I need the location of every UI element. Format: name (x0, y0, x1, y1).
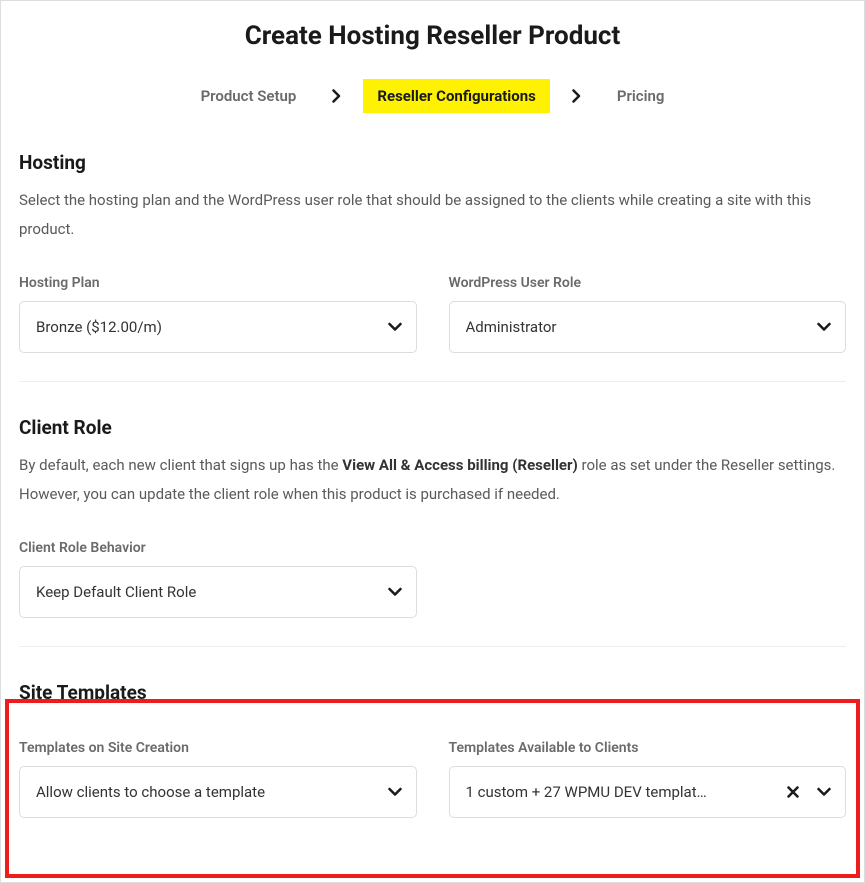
client-role-behavior-value: Keep Default Client Role (36, 583, 368, 601)
tab-reseller-configurations[interactable]: Reseller Configurations (363, 79, 550, 113)
hosting-section-desc: Select the hosting plan and the WordPres… (19, 186, 846, 243)
chevron-down-icon (388, 323, 402, 332)
chevron-down-icon (388, 788, 402, 797)
client-role-desc-prefix: By default, each new client that signs u… (19, 456, 342, 474)
hosting-plan-select[interactable]: Bronze ($12.00/m) (19, 301, 417, 353)
hosting-plan-field: Hosting Plan Bronze ($12.00/m) (19, 275, 417, 353)
hosting-fields-row: Hosting Plan Bronze ($12.00/m) WordPress… (19, 275, 846, 353)
client-role-desc-bold: View All & Access billing (Reseller) (342, 456, 577, 474)
chevron-right-icon (332, 89, 341, 103)
wordpress-role-value: Administrator (466, 318, 798, 336)
hosting-section-title: Hosting (19, 151, 846, 174)
chevron-right-icon (572, 89, 581, 103)
client-role-section-desc: By default, each new client that signs u… (19, 451, 846, 508)
hosting-plan-value: Bronze ($12.00/m) (36, 318, 368, 336)
templates-available-value: 1 custom + 27 WPMU DEV templat… (466, 783, 768, 801)
wordpress-role-select[interactable]: Administrator (449, 301, 847, 353)
chevron-down-icon (817, 788, 831, 797)
site-templates-section-title: Site Templates (19, 681, 846, 704)
chevron-down-icon (388, 588, 402, 597)
wizard-tabs: Product Setup Reseller Configurations Pr… (19, 79, 846, 113)
tab-pricing[interactable]: Pricing (603, 79, 679, 113)
site-templates-fields-row: Templates on Site Creation Allow clients… (19, 740, 846, 818)
tab-product-setup[interactable]: Product Setup (187, 79, 311, 113)
client-role-fields-row: Client Role Behavior Keep Default Client… (19, 540, 846, 618)
client-role-behavior-select[interactable]: Keep Default Client Role (19, 566, 417, 618)
chevron-down-icon (817, 323, 831, 332)
client-role-behavior-field: Client Role Behavior Keep Default Client… (19, 540, 417, 618)
section-divider (19, 381, 846, 382)
section-divider (19, 646, 846, 647)
client-role-behavior-label: Client Role Behavior (19, 540, 417, 556)
templates-on-creation-value: Allow clients to choose a template (36, 783, 368, 801)
templates-on-creation-field: Templates on Site Creation Allow clients… (19, 740, 417, 818)
templates-available-field: Templates Available to Clients 1 custom … (449, 740, 847, 818)
templates-on-creation-label: Templates on Site Creation (19, 740, 417, 756)
templates-available-select[interactable]: 1 custom + 27 WPMU DEV templat… (449, 766, 847, 818)
wordpress-role-field: WordPress User Role Administrator (449, 275, 847, 353)
templates-on-creation-select[interactable]: Allow clients to choose a template (19, 766, 417, 818)
page-container: Create Hosting Reseller Product Product … (0, 0, 865, 883)
templates-available-label: Templates Available to Clients (449, 740, 847, 756)
client-role-section-title: Client Role (19, 416, 846, 439)
wordpress-role-label: WordPress User Role (449, 275, 847, 291)
clear-icon[interactable] (787, 786, 799, 798)
page-title: Create Hosting Reseller Product (19, 21, 846, 51)
hosting-plan-label: Hosting Plan (19, 275, 417, 291)
